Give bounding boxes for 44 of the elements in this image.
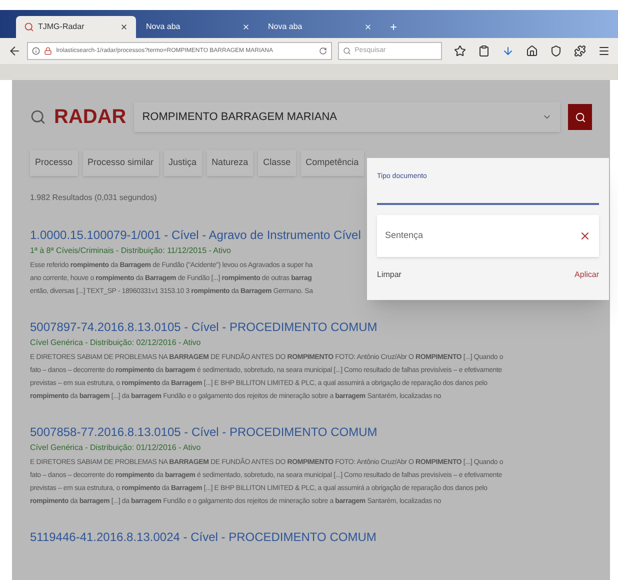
result-title[interactable]: 5007897-74.2016.8.13.0105 - Cível - PROCEDIMENTO COMUM <box>30 318 592 336</box>
info-icon <box>32 47 40 55</box>
browser-tab[interactable]: Nova aba <box>138 16 258 38</box>
result-title[interactable]: 5007858-77.2016.8.13.0105 - Cível - PROCEDIMENTO COMUM <box>30 423 592 441</box>
filter-chip[interactable]: Processo <box>30 150 78 176</box>
filter-chip[interactable]: Classe <box>258 150 296 176</box>
download-icon[interactable] <box>502 45 514 57</box>
lock-icon <box>44 47 52 55</box>
reload-icon[interactable] <box>318 47 327 55</box>
clipboard-icon[interactable] <box>478 45 490 57</box>
menu-icon[interactable] <box>598 45 610 57</box>
filter-chip[interactable]: Natureza <box>206 150 254 176</box>
result-meta: Cível Genérica - Distribuição: 01/12/2016 - Ativo <box>30 442 202 454</box>
home-icon[interactable] <box>526 45 538 57</box>
tab-title: TJMG-Radar <box>38 21 86 33</box>
logo-text: RADAR <box>54 105 126 130</box>
query-text: ROMPIMENTO BARRAGEM MARIANA <box>142 110 338 125</box>
search-button[interactable] <box>568 104 592 130</box>
result-title[interactable]: 5119446-41.2016.8.13.0024 - Cível - PROCEDIMENTO COMUM <box>30 528 592 546</box>
back-icon[interactable] <box>8 44 22 58</box>
chip-text: Sentença <box>385 228 424 242</box>
tab-title: Nova aba <box>268 21 304 33</box>
browser-tab[interactable]: TJMG-Radar <box>16 16 136 38</box>
tab-title: Nova aba <box>146 21 182 33</box>
browser-tab[interactable]: Nova aba <box>260 16 380 38</box>
bookmark-icon[interactable] <box>454 45 466 57</box>
filter-chip[interactable]: Processo similar <box>82 150 159 176</box>
filter-chip[interactable]: Competência <box>300 150 364 176</box>
shield-icon[interactable] <box>550 45 562 57</box>
result-meta: 1ª à 8ª Cíveis/Criminais - Distribuição: 11/12/2015 - Ativo <box>30 245 232 257</box>
query-field[interactable]: ROMPIMENTO BARRAGEM MARIANA <box>134 102 560 132</box>
apply-button[interactable]: Aplicar <box>574 268 599 280</box>
results-count: 1.982 Resultados (0,031 segundos) <box>30 192 157 204</box>
result-meta: Cível Genérica - Distribuição: 02/12/2016 - Ativo <box>30 337 202 349</box>
search-icon <box>24 22 34 32</box>
remove-icon[interactable] <box>579 230 591 242</box>
filter-chip[interactable]: Justiça <box>164 150 202 176</box>
logo-icon <box>30 109 46 125</box>
clear-button[interactable]: Limpar <box>377 268 402 280</box>
new-tab-button[interactable]: + <box>382 16 406 38</box>
close-icon[interactable] <box>120 23 128 31</box>
extension-icon[interactable] <box>574 45 586 57</box>
search-icon <box>574 112 586 122</box>
search-icon <box>342 47 351 55</box>
